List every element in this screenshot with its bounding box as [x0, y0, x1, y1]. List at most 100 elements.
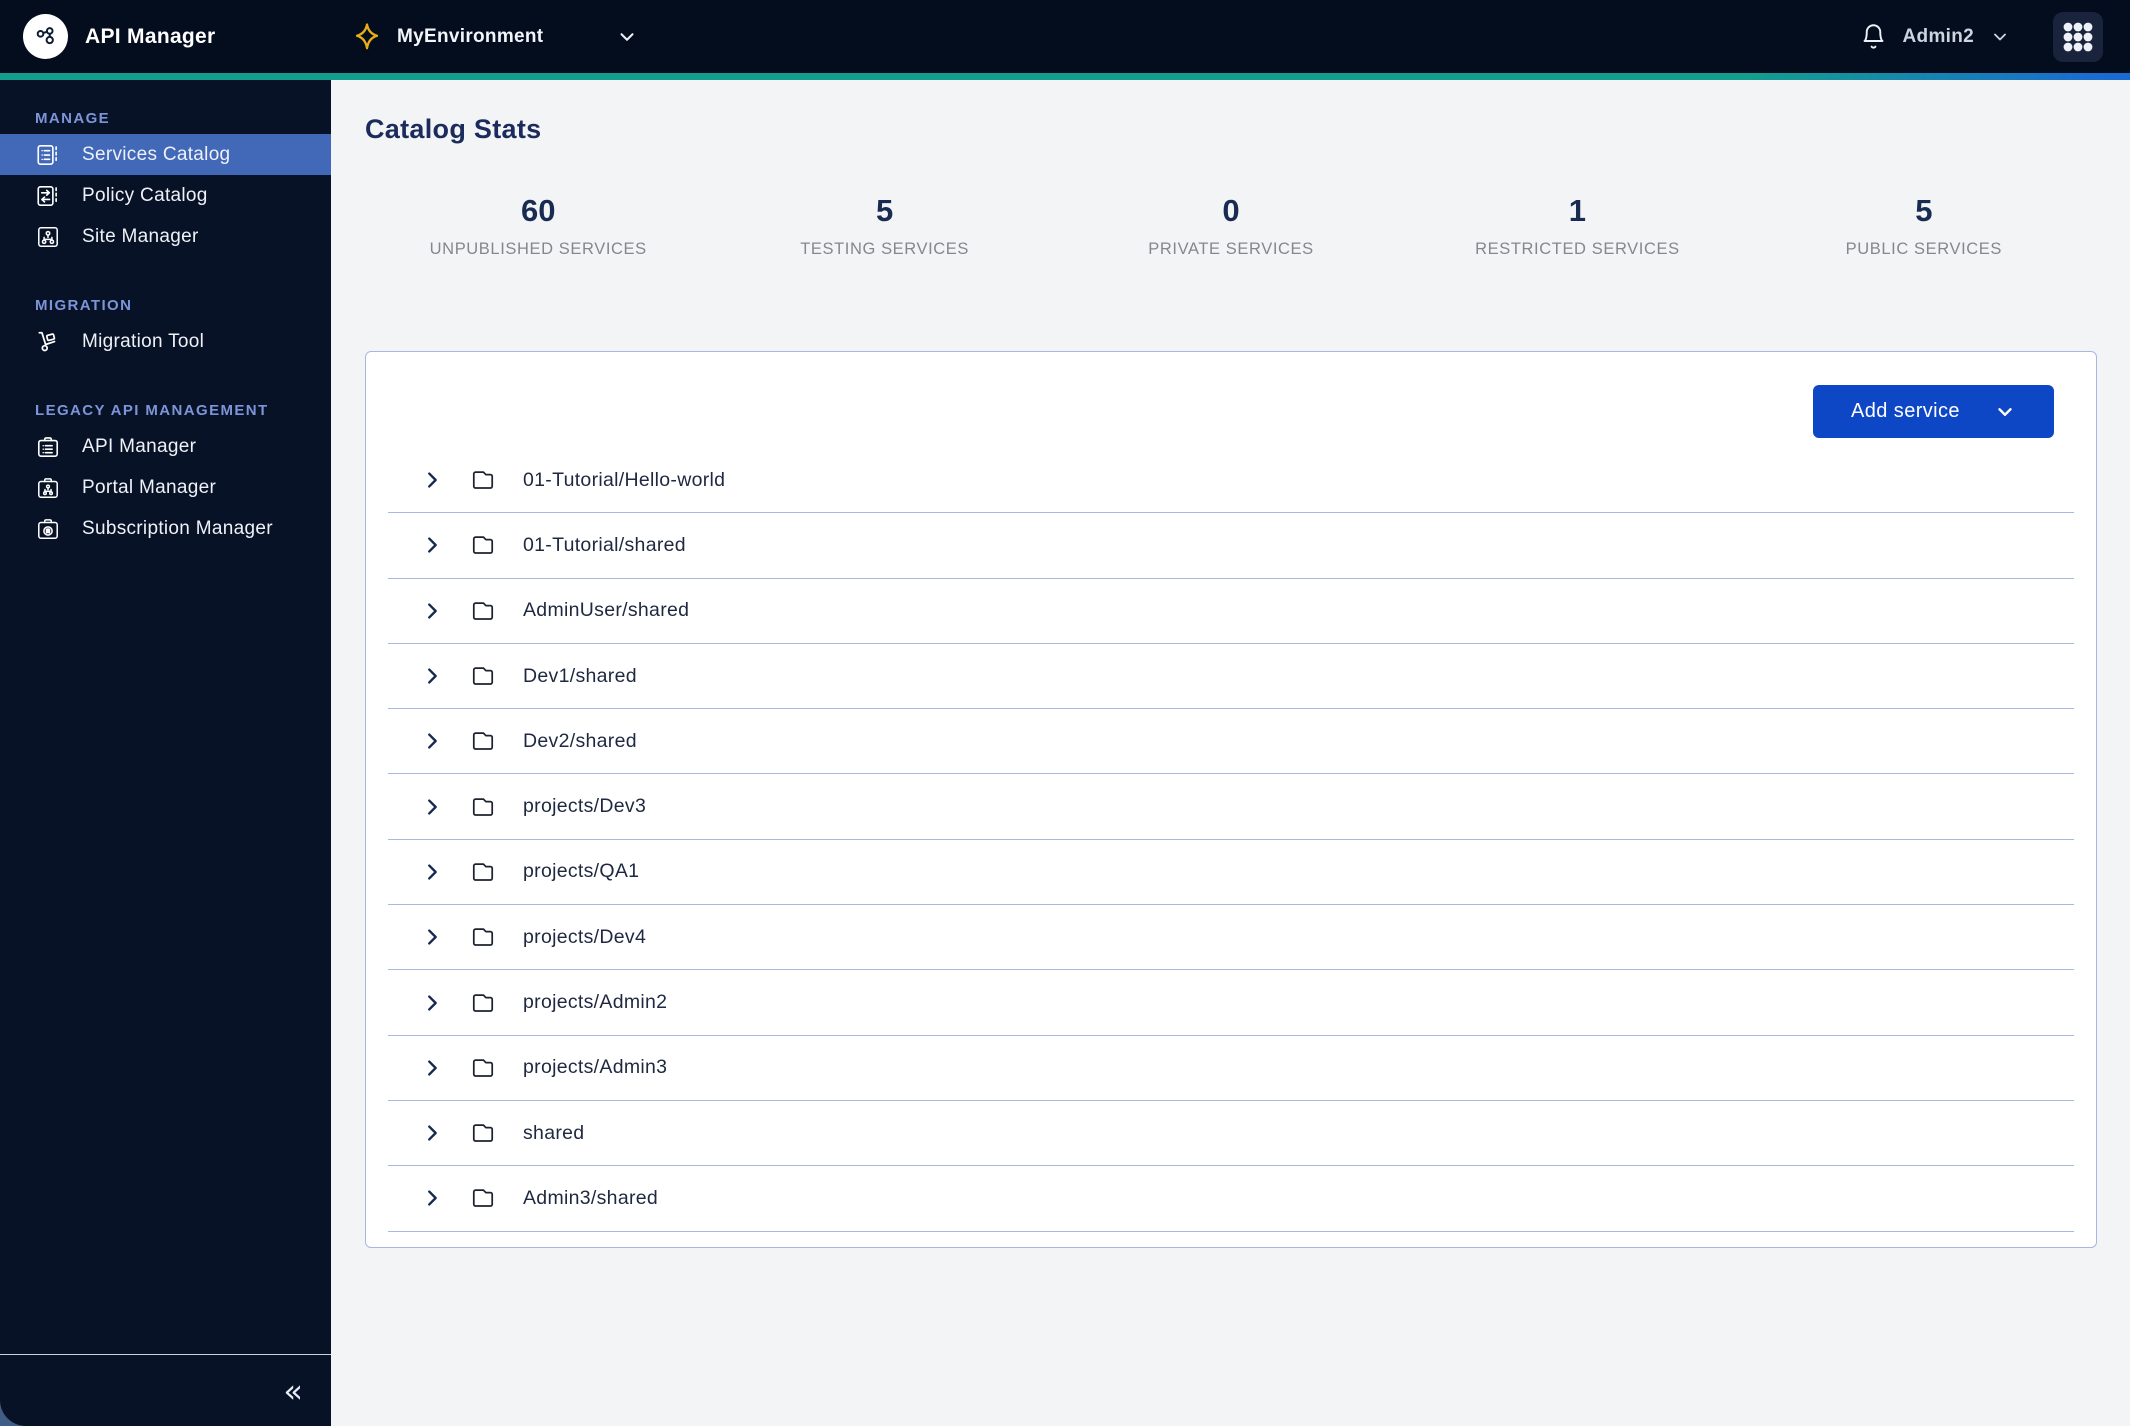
sidebar-item-label: Site Manager	[82, 225, 199, 247]
services-card: Add service 01-Tutorial/Hello-world 01-T…	[365, 351, 2097, 1248]
site-manager-icon	[35, 224, 61, 250]
folder-name: AdminUser/shared	[523, 599, 690, 622]
chevron-right-icon[interactable]	[421, 1187, 443, 1209]
folder-icon	[470, 859, 496, 885]
stat-testing: 5 TESTING SERVICES	[711, 193, 1057, 259]
folder-icon	[470, 924, 496, 950]
folder-row[interactable]: projects/QA1	[388, 840, 2074, 906]
bell-icon[interactable]	[1860, 23, 1887, 50]
user-name: Admin2	[1902, 25, 1974, 47]
add-service-label: Add service	[1851, 400, 1960, 422]
stat-label: PUBLIC SERVICES	[1845, 240, 2002, 258]
sidebar-collapse-button[interactable]: «	[283, 1375, 303, 1407]
sidebar-item-services-catalog[interactable]: Services Catalog	[0, 134, 331, 175]
chevron-right-icon[interactable]	[421, 600, 443, 622]
environment-chevron-down-icon	[616, 26, 638, 48]
folder-icon	[470, 663, 496, 689]
section-label-legacy: LEGACY API MANAGEMENT	[35, 402, 269, 419]
chevron-right-icon[interactable]	[421, 1057, 443, 1079]
stat-value: 60	[520, 193, 556, 228]
chevron-right-icon[interactable]	[421, 861, 443, 883]
chevron-right-icon[interactable]	[421, 992, 443, 1014]
sidebar-section-migration: MIGRATION Migration Tool	[0, 297, 331, 362]
sidebar-section-legacy: LEGACY API MANAGEMENT API Manager Portal…	[0, 402, 331, 549]
folder-row[interactable]: AdminUser/shared	[388, 579, 2074, 644]
stat-public: 5 PUBLIC SERVICES	[1751, 193, 2097, 259]
sidebar-item-label: Portal Manager	[82, 476, 217, 498]
sidebar-item-label: Subscription Manager	[82, 517, 273, 539]
section-label-manage: MANAGE	[35, 110, 111, 127]
app-title: API Manager	[85, 24, 216, 48]
chevron-right-icon[interactable]	[421, 926, 443, 948]
folder-row[interactable]: projects/Dev4	[388, 905, 2074, 971]
policy-catalog-icon	[35, 183, 61, 209]
folder-name: 01-Tutorial/Hello-world	[523, 468, 726, 491]
folder-icon	[470, 1185, 496, 1211]
folder-name: projects/Admin2	[523, 991, 668, 1014]
catalog-stats-row: 60 UNPUBLISHED SERVICES 5 TESTING SERVIC…	[365, 193, 2097, 259]
stat-value: 0	[1222, 193, 1240, 228]
folder-name: 01-Tutorial/shared	[523, 533, 686, 556]
stat-label: PRIVATE SERVICES	[1148, 240, 1314, 258]
chevron-right-icon[interactable]	[421, 469, 443, 491]
app-switcher-button[interactable]	[2053, 12, 2103, 62]
folder-list: 01-Tutorial/Hello-world 01-Tutorial/shar…	[366, 448, 2096, 1232]
sidebar-item-label: API Manager	[82, 435, 197, 457]
sidebar-item-label: Services Catalog	[82, 143, 231, 165]
user-menu[interactable]: Admin2	[1860, 0, 2010, 73]
sidebar-item-label: Policy Catalog	[82, 184, 208, 206]
sidebar-item-subscription-manager[interactable]: Subscription Manager	[0, 508, 331, 549]
folder-row[interactable]: projects/Admin3	[388, 1036, 2074, 1101]
stat-label: TESTING SERVICES	[800, 240, 970, 258]
sidebar-item-policy-catalog[interactable]: Policy Catalog	[0, 175, 331, 216]
folder-name: Admin3/shared	[523, 1186, 659, 1209]
folder-row[interactable]: Dev1/shared	[388, 644, 2074, 710]
migration-tool-icon	[35, 329, 61, 355]
environment-selector[interactable]: MyEnvironment	[352, 0, 638, 73]
sidebar-item-api-manager[interactable]: API Manager	[0, 426, 331, 467]
stat-label: UNPUBLISHED SERVICES	[429, 240, 647, 258]
add-service-chevron-down-icon	[1998, 407, 2012, 416]
folder-row[interactable]: projects/Dev3	[388, 774, 2074, 840]
folder-name: shared	[523, 1121, 585, 1144]
chevron-right-icon[interactable]	[421, 534, 443, 556]
page-title: Catalog Stats	[365, 114, 542, 144]
folder-row[interactable]: 01-Tutorial/Hello-world	[388, 448, 2074, 514]
subscription-manager-icon	[35, 516, 61, 542]
user-chevron-down-icon	[1994, 33, 2006, 40]
folder-icon	[470, 532, 496, 558]
chevron-right-icon[interactable]	[421, 665, 443, 687]
header-accent-bar	[0, 73, 2130, 80]
stat-value: 5	[1915, 193, 1933, 228]
folder-row[interactable]: projects/Admin2	[388, 970, 2074, 1036]
folder-row[interactable]: 01-Tutorial/shared	[388, 513, 2074, 579]
stat-restricted: 1 RESTRICTED SERVICES	[1404, 193, 1750, 259]
sidebar-section-manage: MANAGE Services Catalog Policy Catalog S…	[0, 110, 331, 257]
sidebar-item-portal-manager[interactable]: Portal Manager	[0, 467, 331, 508]
folder-row[interactable]: Admin3/shared	[388, 1166, 2074, 1232]
stat-private: 0 PRIVATE SERVICES	[1058, 193, 1404, 259]
chevron-right-icon[interactable]	[421, 1122, 443, 1144]
sidebar: MANAGE Services Catalog Policy Catalog S…	[0, 80, 331, 1426]
folder-row[interactable]: Dev2/shared	[388, 709, 2074, 775]
services-catalog-icon	[35, 142, 61, 168]
sidebar-item-label: Migration Tool	[82, 330, 205, 352]
sparkle-icon	[355, 22, 379, 49]
folder-row[interactable]: shared	[388, 1101, 2074, 1167]
sidebar-item-site-manager[interactable]: Site Manager	[0, 216, 331, 257]
folder-name: projects/Dev3	[523, 795, 647, 818]
chevron-right-icon[interactable]	[421, 730, 443, 752]
sidebar-item-migration-tool[interactable]: Migration Tool	[0, 321, 331, 362]
chevron-right-icon[interactable]	[421, 796, 443, 818]
graph-logo-icon	[36, 26, 54, 44]
stat-value: 1	[1568, 193, 1587, 228]
card-toolbar: Add service	[366, 352, 2096, 448]
grid-apps-icon	[2063, 22, 2093, 52]
folder-icon	[470, 1055, 496, 1081]
stat-value: 5	[875, 193, 894, 228]
folder-icon	[470, 467, 496, 493]
stat-label: RESTRICTED SERVICES	[1475, 240, 1680, 258]
add-service-button[interactable]: Add service	[1813, 385, 2054, 438]
section-label-migration: MIGRATION	[35, 297, 133, 314]
environment-name: MyEnvironment	[397, 25, 544, 47]
